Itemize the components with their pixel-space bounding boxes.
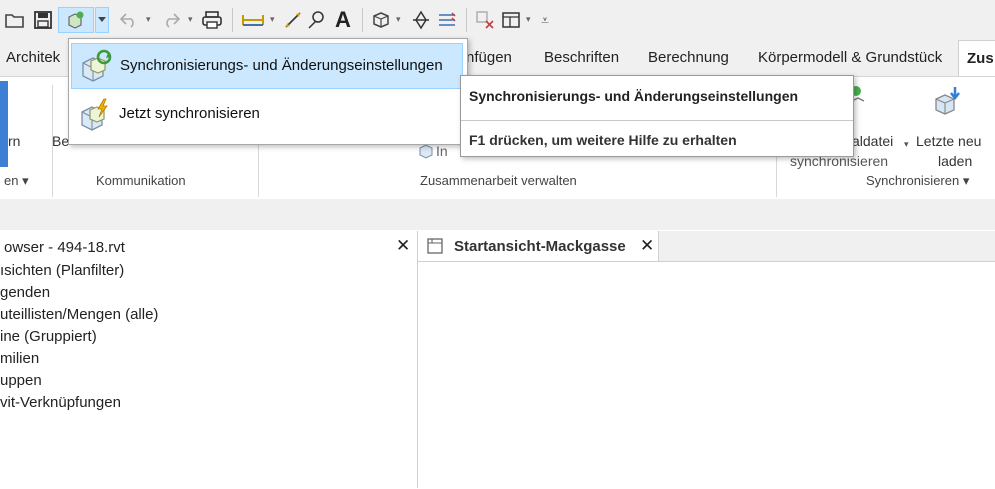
3d-view-dropdown-icon[interactable]: ▾: [396, 14, 401, 25]
menu-item-sync-now[interactable]: Jetzt synchronisieren: [71, 93, 463, 139]
sync-central-large-icon[interactable]: [851, 83, 866, 110]
open-folder-icon[interactable]: [4, 8, 26, 32]
sync-central-dropdown-icon[interactable]: ▾: [904, 139, 909, 150]
customize-qat-icon[interactable]: ⩡: [538, 8, 552, 32]
tab-zusammenarbeit[interactable]: Zus: [958, 40, 995, 77]
redo-dropdown-icon[interactable]: ▾: [188, 14, 193, 25]
browser-item-revit-links[interactable]: vit-Verknüpfungen: [0, 394, 121, 411]
sheet-view-icon: [426, 237, 444, 260]
section-icon[interactable]: [410, 8, 432, 32]
tab-koerpermodell[interactable]: Körpermodell & Grundstück: [758, 40, 942, 76]
tab-beschriften[interactable]: Beschriften: [544, 40, 619, 76]
drawing-canvas[interactable]: [418, 261, 995, 489]
browser-item-familien[interactable]: milien: [0, 350, 39, 367]
view-tab-bar: Startansicht-Mackgasse ✕: [418, 231, 995, 261]
tooltip-help-text: F1 drücken, um weitere Hilfe zu erhalten: [469, 132, 737, 148]
toolbar-separator: [466, 8, 467, 32]
menu-item-label: Synchronisierungs- und Änderungseinstell…: [120, 57, 443, 74]
ribbon-small-tool-label[interactable]: In: [436, 143, 448, 159]
switch-windows-dropdown-icon[interactable]: ▾: [526, 14, 531, 25]
close-icon[interactable]: ✕: [396, 236, 410, 256]
sync-central-icon[interactable]: [58, 7, 94, 33]
switch-windows-icon[interactable]: [500, 8, 522, 32]
panel-title-left[interactable]: en ▾: [4, 173, 29, 189]
sync-central-label-1[interactable]: aldatei: [852, 133, 893, 149]
project-browser-header: owser - 494-18.rvt ✕: [0, 231, 417, 261]
close-icon[interactable]: ✕: [640, 236, 654, 256]
selected-tool-highlight: [0, 81, 8, 167]
measure-dropdown-icon[interactable]: ▾: [270, 14, 275, 25]
panel-title-kommunikation: Kommunikation: [96, 173, 186, 188]
panel-separator: [52, 85, 53, 197]
undo-icon[interactable]: [118, 8, 140, 32]
browser-item-gruppen[interactable]: uppen: [0, 372, 42, 389]
sync-settings-icon: [80, 49, 114, 90]
measure-icon[interactable]: [240, 8, 266, 32]
panel-title-zusammenarbeit: Zusammenarbeit verwalten: [420, 173, 577, 188]
project-browser-title: owser - 494-18.rvt: [4, 239, 125, 256]
panel-title-synchronisieren[interactable]: Synchronisieren ▾: [866, 173, 969, 189]
sync-now-icon: [79, 98, 113, 139]
menu-item-label: Jetzt synchronisieren: [119, 105, 260, 122]
print-icon[interactable]: [200, 8, 224, 32]
options-bar: [0, 199, 995, 230]
toolbar-separator: [232, 8, 233, 32]
reload-latest-label-1[interactable]: Letzte neu: [916, 133, 981, 149]
tooltip-separator: [461, 120, 853, 121]
project-browser: owser - 494-18.rvt ✕ ısichten (Planfilte…: [0, 231, 418, 488]
tooltip: Synchronisierungs- und Änderungseinstell…: [460, 75, 854, 157]
default-3d-view-icon[interactable]: [370, 8, 392, 32]
browser-item-ansichten[interactable]: ısichten (Planfilter): [0, 262, 124, 279]
tab-architektur[interactable]: Architek: [6, 40, 60, 76]
sync-dropdown-arrow-icon[interactable]: [95, 7, 109, 33]
undo-dropdown-icon[interactable]: ▾: [146, 14, 151, 25]
tooltip-title: Synchronisierungs- und Änderungseinstell…: [469, 88, 799, 104]
toolbar-separator: [362, 8, 363, 32]
thin-lines-icon[interactable]: [436, 8, 458, 32]
menu-item-sync-settings[interactable]: Synchronisierungs- und Änderungseinstell…: [71, 43, 463, 89]
spot-elevation-icon[interactable]: [306, 8, 328, 32]
save-icon[interactable]: [32, 8, 54, 32]
browser-item-legenden[interactable]: genden: [0, 284, 50, 301]
reload-latest-label-2[interactable]: laden: [938, 153, 972, 169]
sync-dropdown-menu: Synchronisierungs- und Änderungseinstell…: [68, 38, 468, 145]
text-icon[interactable]: A: [332, 7, 354, 32]
ribbon-tool-be-label[interactable]: Be: [52, 133, 69, 149]
ribbon-tool-left-label[interactable]: rn: [8, 133, 20, 149]
tab-einfuegen[interactable]: nfügen: [466, 40, 512, 76]
tab-berechnung[interactable]: Berechnung: [648, 40, 729, 76]
browser-item-plaene[interactable]: ine (Gruppiert): [0, 328, 97, 345]
ribbon-small-tool-icon[interactable]: [418, 143, 434, 164]
reload-latest-icon[interactable]: [932, 85, 964, 122]
quick-access-toolbar: ▾ ▾ ▾ A ▾ ▾ ⩡: [0, 0, 995, 40]
close-hidden-windows-icon[interactable]: [474, 8, 496, 32]
view-tab-label[interactable]: Startansicht-Mackgasse: [454, 238, 626, 255]
aligned-dimension-icon[interactable]: [282, 8, 304, 32]
view-tab[interactable]: Startansicht-Mackgasse ✕: [418, 231, 659, 261]
browser-item-bauteillisten[interactable]: uteillisten/Mengen (alle): [0, 306, 158, 323]
redo-icon[interactable]: [160, 8, 182, 32]
